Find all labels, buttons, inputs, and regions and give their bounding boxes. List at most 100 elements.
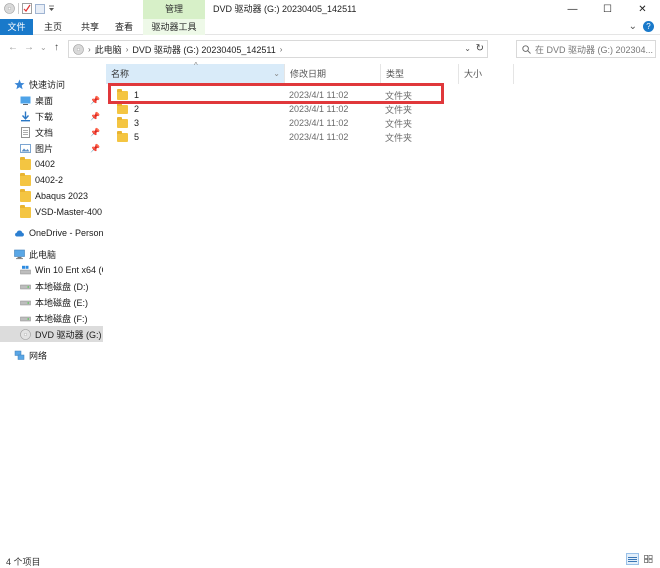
- nav-item-folder-0402-2[interactable]: 0402-2: [0, 172, 103, 188]
- window-controls: — ☐ ✕: [555, 0, 660, 19]
- nav-label: DVD 驱动器 (G:) 20: [35, 329, 103, 340]
- cloud-icon: [15, 230, 24, 236]
- nav-label: Win 10 Ent x64 (C: [35, 265, 103, 275]
- breadcrumb-separator-icon[interactable]: ›: [88, 45, 91, 54]
- nav-label: 快速访问: [29, 79, 66, 90]
- nav-item-folder-vsd[interactable]: VSD-Master-400: [0, 204, 103, 220]
- nav-drive-f[interactable]: 本地磁盘 (F:): [0, 310, 103, 326]
- nav-drive-g[interactable]: DVD 驱动器 (G:) 20: [0, 326, 103, 342]
- nav-item-desktop[interactable]: 桌面 📌: [0, 92, 103, 108]
- folder-icon: [117, 88, 128, 100]
- documents-icon: [21, 126, 30, 138]
- back-arrow-icon[interactable]: ←: [8, 42, 18, 53]
- breadcrumb-this-pc[interactable]: 此电脑: [95, 43, 122, 56]
- large-icons-view-icon[interactable]: [641, 553, 654, 565]
- tab-share[interactable]: 共享: [73, 19, 107, 35]
- nav-drive-d[interactable]: 本地磁盘 (D:): [0, 278, 103, 294]
- cell-date: 2023/4/1 11:02: [289, 118, 349, 128]
- pin-icon[interactable]: 📌: [90, 96, 100, 105]
- nav-drive-c[interactable]: Win 10 Ent x64 (C: [0, 262, 103, 278]
- cell-name: 3: [106, 116, 284, 128]
- nav-label: 本地磁盘 (E:): [35, 297, 88, 308]
- nav-label: 0402: [35, 159, 56, 169]
- recent-locations-chevron-icon[interactable]: ⌄: [40, 43, 47, 52]
- qat-dropdown-icon[interactable]: [48, 5, 55, 13]
- status-bar: 4 个项目: [0, 552, 660, 568]
- download-icon: [21, 111, 30, 121]
- nav-item-pictures[interactable]: 图片 📌: [0, 140, 103, 156]
- search-box[interactable]: 在 DVD 驱动器 (G:) 202304...: [516, 40, 656, 58]
- minimize-button[interactable]: —: [555, 0, 590, 19]
- window-title: DVD 驱动器 (G:) 20230405_142511: [213, 4, 357, 14]
- nav-drive-e[interactable]: 本地磁盘 (E:): [0, 294, 103, 310]
- nav-network[interactable]: 网络: [0, 347, 103, 363]
- pictures-icon: [20, 143, 31, 153]
- qat-separator: [18, 3, 19, 14]
- cell-type: 文件夹: [385, 104, 413, 115]
- windows-drive-icon: [20, 265, 31, 274]
- table-row[interactable]: 1 2023/4/1 11:02 文件夹: [106, 88, 514, 102]
- nav-label: 本地磁盘 (F:): [35, 313, 88, 324]
- cell-type: 文件夹: [385, 90, 413, 101]
- nav-item-downloads[interactable]: 下载 📌: [0, 108, 103, 124]
- breadcrumb-separator-icon[interactable]: ›: [126, 45, 129, 54]
- close-button[interactable]: ✕: [625, 0, 660, 19]
- table-row[interactable]: 2 2023/4/1 11:02 文件夹: [106, 102, 514, 116]
- disk-drive-icon: [20, 316, 31, 321]
- search-placeholder: 在 DVD 驱动器 (G:) 202304...: [535, 44, 654, 55]
- tab-file[interactable]: 文件: [0, 19, 33, 35]
- tab-home[interactable]: 主页: [33, 19, 73, 35]
- table-row[interactable]: 5 2023/4/1 11:02 文件夹: [106, 130, 514, 144]
- dvd-drive-icon: [73, 43, 84, 55]
- dvd-drive-icon: [20, 328, 31, 340]
- file-list: ^ 名称 ⌄ 修改日期 类型 大小 1 2023/4/1 11:02 文件夹 2…: [106, 62, 660, 552]
- folder-icon: [20, 156, 31, 170]
- cell-date: 2023/4/1 11:02: [289, 132, 349, 142]
- nav-item-documents[interactable]: 文档 📌: [0, 124, 103, 140]
- disk-drive-icon: [20, 284, 31, 289]
- folder-icon: [117, 102, 128, 114]
- minimize-icon: —: [567, 4, 578, 15]
- column-header-size[interactable]: 大小: [458, 64, 514, 84]
- file-name: 1: [134, 90, 140, 100]
- address-bar[interactable]: › 此电脑 › DVD 驱动器 (G:) 20230405_142511 › ⌄…: [68, 40, 488, 58]
- item-count: 4 个项目: [6, 557, 41, 567]
- column-filter-dropdown-icon[interactable]: ⌄: [273, 64, 280, 84]
- navigation-pane: 快速访问 桌面 📌 下载 📌 文档 📌 图片 📌 0402 0402-2 Aba…: [0, 72, 103, 552]
- cell-name: 2: [106, 102, 284, 114]
- table-row[interactable]: 3 2023/4/1 11:02 文件夹: [106, 116, 514, 130]
- cell-name: 5: [106, 130, 284, 142]
- file-name: 3: [134, 118, 140, 128]
- tab-view[interactable]: 查看: [107, 19, 141, 35]
- maximize-button[interactable]: ☐: [590, 0, 625, 19]
- breadcrumb-dvd-drive[interactable]: DVD 驱动器 (G:) 20230405_142511: [132, 43, 275, 56]
- nav-item-folder-0402[interactable]: 0402: [0, 156, 103, 172]
- nav-this-pc[interactable]: 此电脑: [0, 246, 103, 262]
- details-view-icon[interactable]: [626, 553, 639, 565]
- column-header-type[interactable]: 类型: [380, 64, 458, 84]
- nav-quick-access[interactable]: 快速访问: [0, 76, 103, 92]
- address-dropdown-icon[interactable]: ⌄: [464, 44, 471, 53]
- nav-item-folder-abaqus[interactable]: Abaqus 2023: [0, 188, 103, 204]
- help-icon[interactable]: ?: [643, 21, 654, 32]
- column-header-name[interactable]: ^ 名称 ⌄: [106, 62, 284, 84]
- new-folder-icon[interactable]: [35, 3, 45, 14]
- column-header-date[interactable]: 修改日期: [284, 64, 380, 84]
- tab-drive-tools[interactable]: 驱动器工具: [143, 19, 205, 35]
- nav-onedrive[interactable]: OneDrive - Persona: [0, 225, 103, 241]
- column-header-label: 名称: [111, 69, 130, 79]
- close-icon: ✕: [638, 4, 647, 15]
- nav-label: 下载: [35, 111, 54, 122]
- folder-icon: [117, 130, 128, 142]
- properties-icon[interactable]: [22, 3, 32, 14]
- pin-icon[interactable]: 📌: [90, 144, 100, 153]
- ribbon-collapse-icon[interactable]: ⌄: [629, 21, 637, 32]
- forward-arrow-icon[interactable]: →: [24, 42, 34, 53]
- nav-label: 网络: [29, 350, 48, 361]
- pin-icon[interactable]: 📌: [90, 112, 100, 121]
- nav-label: 本地磁盘 (D:): [35, 281, 89, 292]
- pin-icon[interactable]: 📌: [90, 128, 100, 137]
- refresh-icon[interactable]: ↻: [476, 43, 484, 54]
- up-arrow-icon[interactable]: ↑: [54, 42, 59, 53]
- breadcrumb-separator-icon[interactable]: ›: [280, 45, 283, 54]
